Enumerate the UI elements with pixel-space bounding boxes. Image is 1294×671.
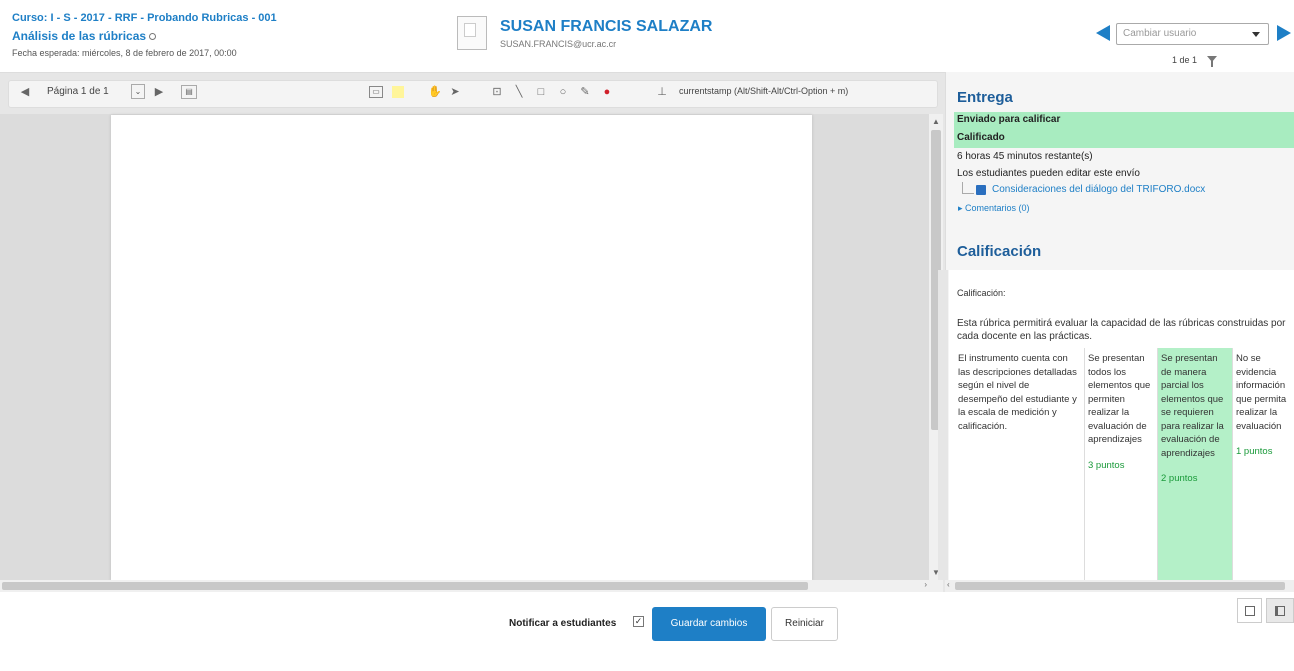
- next-page-icon[interactable]: ▶: [149, 84, 169, 100]
- level-description: No se evidencia información que permita …: [1236, 353, 1287, 432]
- scroll-right-icon[interactable]: ›: [924, 580, 927, 589]
- user-avatar: [457, 16, 487, 50]
- reset-button[interactable]: Reiniciar: [771, 607, 838, 641]
- scroll-thumb[interactable]: [955, 582, 1285, 590]
- pan-hand-icon[interactable]: ✋: [425, 84, 445, 100]
- assignment-title-text[interactable]: Análisis de las rúbricas: [12, 29, 146, 43]
- oval-icon[interactable]: ○: [553, 84, 573, 100]
- level-points: 2 puntos: [1161, 473, 1198, 484]
- layout-split-button[interactable]: [1266, 598, 1294, 623]
- oval-highlight-icon[interactable]: ⊡: [487, 84, 507, 100]
- document-icon: [976, 185, 986, 195]
- notify-students-checkbox[interactable]: ✓: [633, 616, 644, 627]
- scroll-up-icon[interactable]: ▲: [932, 117, 940, 126]
- rubric-description: Esta rúbrica permitirá evaluar la capaci…: [957, 318, 1286, 342]
- status-submitted: Enviado para calificar: [957, 114, 1061, 125]
- panel-icon: [1245, 606, 1255, 616]
- stamp-selector[interactable]: currentstamp (Alt/Shift-Alt/Ctrl-Option …: [679, 86, 848, 96]
- rubric-level-selected[interactable]: Se presentan de manera parcial los eleme…: [1158, 348, 1233, 580]
- rubric-level[interactable]: Se presentan todos los elementos que per…: [1085, 348, 1158, 580]
- status-graded: Calificado: [957, 132, 1005, 143]
- scroll-left-icon[interactable]: ‹: [947, 580, 950, 589]
- rubric-criterion: El instrumento cuenta con las descripcio…: [955, 348, 1085, 580]
- notify-students-label: Notificar a estudiantes: [509, 618, 617, 629]
- avatar-placeholder-icon: [464, 23, 476, 37]
- level-points: 1 puntos: [1236, 446, 1273, 457]
- rectangle-icon[interactable]: □: [531, 84, 551, 100]
- pen-icon[interactable]: ✎: [575, 84, 595, 100]
- prev-page-icon[interactable]: ◀: [15, 84, 35, 100]
- side-horizontal-scrollbar[interactable]: ‹: [945, 580, 1294, 592]
- select-cursor-icon[interactable]: ➤: [445, 84, 465, 100]
- change-user-placeholder: Cambiar usuario: [1123, 28, 1197, 39]
- search-comments-icon[interactable]: ▤: [181, 85, 197, 99]
- time-remaining: 6 horas 45 minutos restante(s): [957, 151, 1093, 162]
- grade-heading: Calificación: [957, 243, 1042, 260]
- grade-label: Calificación:: [957, 288, 1006, 298]
- comment-color-icon[interactable]: [392, 86, 404, 98]
- filter-icon[interactable]: [1207, 56, 1217, 67]
- tree-connector: [962, 182, 974, 194]
- comment-icon[interactable]: ▭: [369, 86, 383, 98]
- gear-icon[interactable]: [149, 33, 157, 41]
- annotation-toolbar: ◀ Página 1 de 1 ⌄ ▶ ▤ ▭ ✋ ➤ ⊡ ╲ □ ○ ✎ ● …: [8, 80, 938, 108]
- stamp-icon[interactable]: ⊥: [652, 84, 672, 100]
- change-user-select[interactable]: Cambiar usuario: [1116, 23, 1269, 45]
- level-description: Se presentan de manera parcial los eleme…: [1161, 353, 1224, 459]
- pdf-page[interactable]: [111, 115, 812, 581]
- course-breadcrumb[interactable]: Curso: I - S - 2017 - RRF - Probando Rub…: [12, 12, 277, 24]
- chevron-down-icon: [1252, 32, 1260, 37]
- level-points: 3 puntos: [1088, 459, 1125, 471]
- assignment-title[interactable]: Análisis de las rúbricas: [12, 29, 157, 43]
- editable-note: Los estudiantes pueden editar este envío: [957, 168, 1140, 179]
- submission-heading: Entrega: [957, 89, 1013, 106]
- page-indicator: Página 1 de 1: [47, 86, 109, 97]
- user-count: 1 de 1: [1172, 55, 1198, 65]
- split-panel-icon: [1275, 606, 1285, 616]
- submission-file-link[interactable]: Consideraciones del diálogo del TRIFORO.…: [992, 184, 1205, 195]
- due-date: Fecha esperada: miércoles, 8 de febrero …: [12, 48, 237, 58]
- scroll-thumb[interactable]: [2, 582, 808, 590]
- user-email: SUSAN.FRANCIS@ucr.ac.cr: [500, 39, 617, 49]
- previous-user-icon[interactable]: [1096, 25, 1110, 41]
- layout-collapse-button[interactable]: [1237, 598, 1262, 623]
- line-icon[interactable]: ╲: [509, 84, 529, 100]
- comments-label[interactable]: Comentarios (0): [965, 203, 1030, 213]
- comments-toggle[interactable]: ▸ Comentarios (0): [958, 203, 1030, 214]
- level-description: Se presentan todos los elementos que per…: [1088, 353, 1151, 445]
- color-drop-icon[interactable]: ●: [597, 84, 617, 100]
- side-vertical-scrollbar[interactable]: [938, 270, 948, 580]
- next-user-icon[interactable]: [1277, 25, 1291, 41]
- editor-horizontal-scrollbar[interactable]: ›: [0, 580, 943, 592]
- rubric-level[interactable]: No se evidencia información que permita …: [1233, 348, 1294, 580]
- user-name[interactable]: SUSAN FRANCIS SALAZAR: [500, 18, 712, 36]
- save-changes-button[interactable]: Guardar cambios: [652, 607, 766, 641]
- page-select[interactable]: ⌄: [131, 84, 145, 99]
